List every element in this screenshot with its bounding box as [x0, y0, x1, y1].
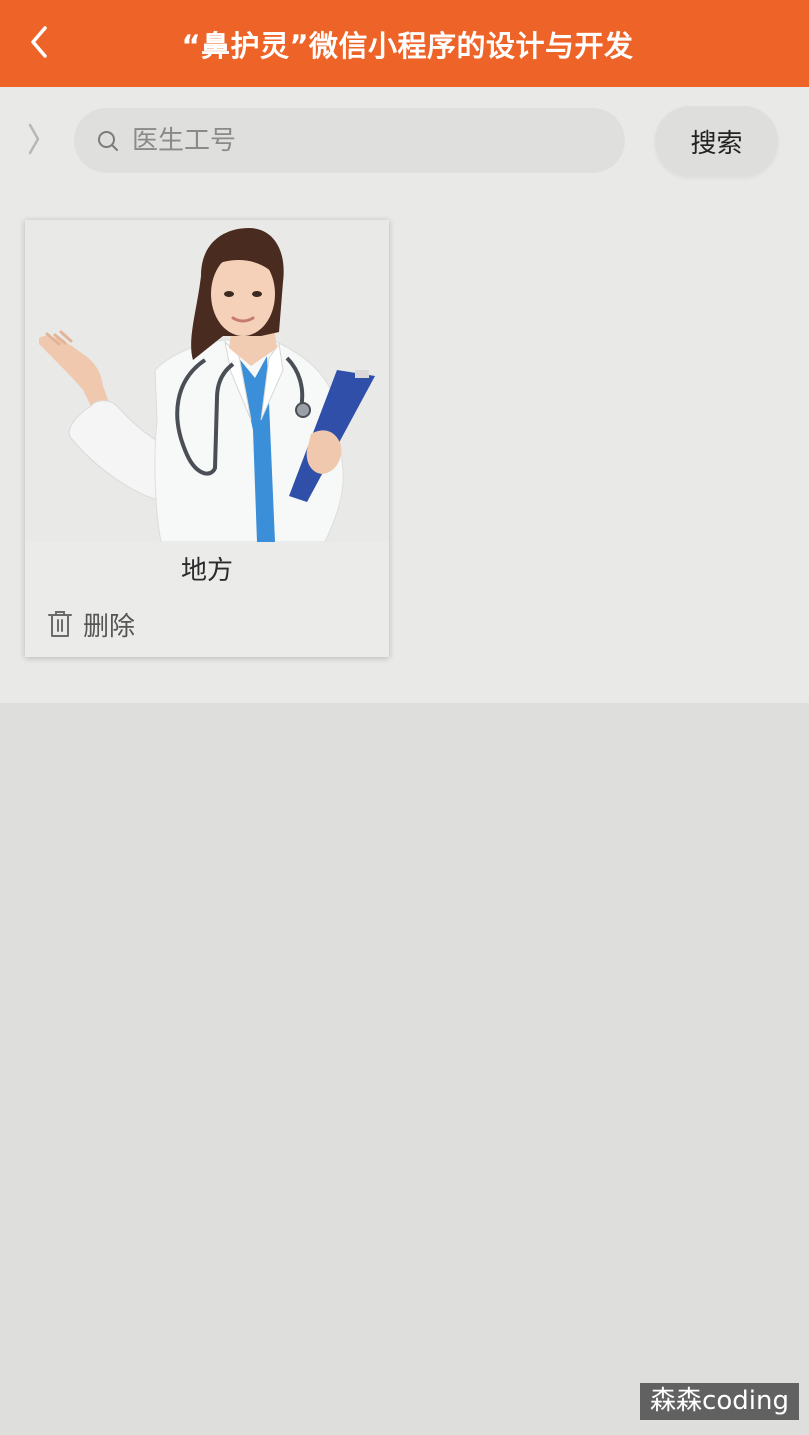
search-icon — [98, 130, 118, 151]
trash-icon — [48, 611, 72, 637]
search-bar[interactable] — [74, 108, 625, 173]
search-button[interactable]: 搜索 — [655, 106, 778, 176]
main-content: 搜索 — [0, 87, 809, 703]
doctor-card[interactable]: 地方 删除 — [25, 220, 389, 657]
chevron-left-icon — [31, 26, 47, 58]
doctor-photo — [25, 220, 389, 542]
page: “鼻护灵”微信小程序的设计与开发 搜索 — [0, 0, 809, 1435]
delete-button[interactable]: 删除 — [47, 606, 135, 642]
watermark: 森森coding — [640, 1383, 799, 1420]
page-title: “鼻护灵”微信小程序的设计与开发 — [181, 28, 634, 63]
chevron-right-icon — [28, 123, 40, 155]
back-button[interactable] — [18, 20, 62, 64]
search-input[interactable] — [132, 125, 602, 156]
side-toggle-button[interactable] — [22, 119, 46, 159]
doctor-name: 地方 — [180, 556, 233, 586]
delete-label: 删除 — [83, 611, 136, 642]
header-bar: “鼻护灵”微信小程序的设计与开发 — [0, 0, 809, 87]
